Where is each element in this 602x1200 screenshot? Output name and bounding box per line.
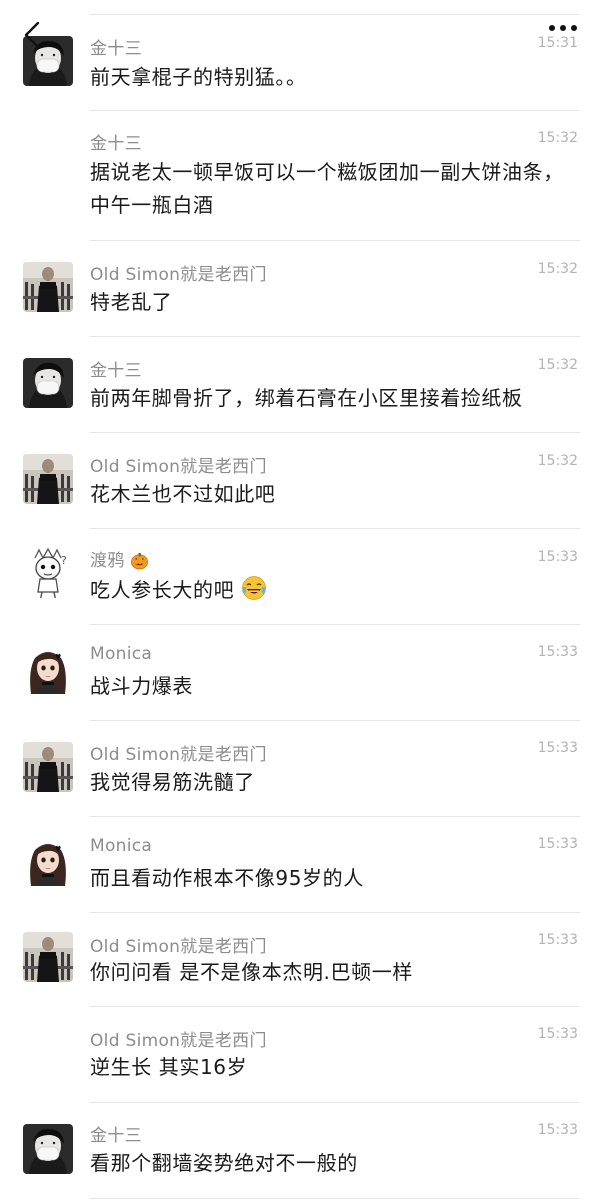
chat-message[interactable]: Old Simon就是老西门 15:33 逆生长 其实16岁 [0, 1006, 602, 1102]
sender-name: Monica [90, 644, 153, 664]
avatar[interactable] [23, 742, 73, 792]
chat-feed[interactable]: 金十三 15:31 前天拿棍子的特别猛。。 金十三 15:32 据说老太一顿早饭… [0, 0, 602, 1200]
svg-text:?: ? [61, 554, 67, 567]
message-text[interactable]: 战斗力爆表 [90, 670, 580, 703]
chat-message[interactable]: Old Simon就是老西门 15:33 你问问看 是不是像本杰明.巴顿一样 [0, 912, 602, 1008]
timestamp: 15:33 [537, 549, 578, 565]
sender-name: Old Simon就是老西门 [90, 1031, 267, 1051]
chat-message[interactable]: ? 渡鸦 15:33 吃人参长大的吧 [0, 528, 602, 624]
chat-message[interactable]: 金十三 15:32 前两年脚骨折了，绑着石膏在小区里接着捡纸板 [0, 336, 602, 432]
message-text[interactable]: 我觉得易筋洗髓了 [90, 766, 580, 799]
chat-message[interactable]: Old Simon就是老西门 15:32 花木兰也不过如此吧 [0, 432, 602, 528]
sender-name: Old Simon就是老西门 [90, 457, 267, 477]
avatar[interactable] [23, 932, 73, 982]
avatar[interactable] [23, 262, 73, 312]
avatar[interactable]: ♥ [23, 836, 73, 886]
timestamp: 15:32 [537, 130, 578, 146]
timestamp: 15:33 [537, 1122, 578, 1138]
timestamp: 15:33 [537, 932, 578, 948]
sender-name: 渡鸦 [90, 546, 149, 571]
sender-name: Old Simon就是老西门 [90, 937, 267, 957]
sender-name: 金十三 [90, 39, 142, 59]
sender-name: Monica [90, 836, 153, 856]
timestamp: 15:31 [537, 35, 578, 51]
divider [90, 1198, 580, 1199]
chat-message[interactable]: 金十三 15:33 看那个翻墙姿势绝对不一般的 [0, 1102, 602, 1200]
avatar[interactable]: ♥ [23, 644, 73, 694]
chat-message[interactable]: 金十三 15:31 前天拿棍子的特别猛。。 [0, 14, 602, 110]
timestamp: 15:33 [537, 740, 578, 756]
chat-message[interactable]: Old Simon就是老西门 15:33 我觉得易筋洗髓了 [0, 720, 602, 816]
message-text[interactable]: 吃人参长大的吧 [90, 574, 580, 607]
message-text[interactable]: 而且看动作根本不像95岁的人 [90, 862, 580, 895]
timestamp: 15:32 [537, 357, 578, 373]
chat-message[interactable]: 金十三 15:32 据说老太一顿早饭可以一个糍饭团加一副大饼油条，中午一瓶白酒 [0, 110, 602, 240]
avatar[interactable] [23, 1124, 73, 1174]
jack-o-lantern-icon [131, 552, 149, 570]
avatar[interactable]: ? [23, 548, 73, 598]
sender-name: 金十三 [90, 1126, 142, 1146]
message-text[interactable]: 前天拿棍子的特别猛。。 [90, 61, 580, 94]
laughing-crying-icon [242, 576, 267, 600]
timestamp: 15:32 [537, 453, 578, 469]
sender-name: Old Simon就是老西门 [90, 265, 267, 285]
timestamp: 15:32 [537, 261, 578, 277]
chevron-left-icon[interactable] [22, 20, 42, 50]
message-text[interactable]: 花木兰也不过如此吧 [90, 478, 580, 511]
message-text[interactable]: 你问问看 是不是像本杰明.巴顿一样 [90, 956, 580, 989]
message-text[interactable]: 逆生长 其实16岁 [90, 1051, 580, 1084]
message-text[interactable]: 据说老太一顿早饭可以一个糍饭团加一副大饼油条，中午一瓶白酒 [90, 156, 580, 222]
sender-name-label: 渡鸦 [90, 551, 125, 571]
message-text[interactable]: 特老乱了 [90, 286, 580, 319]
message-text-label: 吃人参长大的吧 [90, 578, 235, 602]
timestamp: 15:33 [537, 836, 578, 852]
more-dots-icon[interactable] [548, 22, 578, 34]
sender-name: 金十三 [90, 134, 142, 154]
timestamp: 15:33 [537, 1026, 578, 1042]
chat-message[interactable]: Old Simon就是老西门 15:32 特老乱了 [0, 240, 602, 336]
timestamp: 15:33 [537, 644, 578, 660]
svg-text:♥: ♥ [55, 653, 61, 661]
avatar[interactable] [23, 358, 73, 408]
sender-name: Old Simon就是老西门 [90, 745, 267, 765]
chat-message[interactable]: ♥ Monica 15:33 战斗力爆表 [0, 624, 602, 720]
avatar[interactable] [23, 454, 73, 504]
message-text[interactable]: 看那个翻墙姿势绝对不一般的 [90, 1147, 580, 1180]
message-text[interactable]: 前两年脚骨折了，绑着石膏在小区里接着捡纸板 [90, 382, 580, 415]
sender-name: 金十三 [90, 361, 142, 381]
chat-message[interactable]: ♥ Monica 15:33 而且看动作根本不像95岁的人 [0, 816, 602, 912]
svg-text:♥: ♥ [55, 845, 61, 853]
